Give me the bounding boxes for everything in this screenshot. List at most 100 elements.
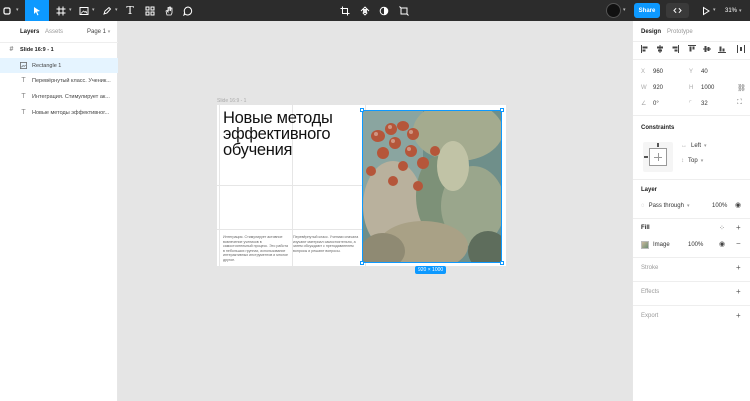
hand-tool-button[interactable]	[162, 0, 176, 21]
layer-row-text[interactable]: T Перевёрнутый класс. Ученик...	[0, 73, 118, 88]
constraint-horizontal-select[interactable]: ↔ Left ▾	[681, 143, 707, 149]
transform-button[interactable]	[397, 0, 411, 21]
layer-opacity-field[interactable]: 100%	[712, 203, 727, 209]
resize-handle-top-left[interactable]	[360, 108, 364, 112]
align-center-h-icon[interactable]	[656, 45, 664, 53]
remove-fill-icon[interactable]: −	[736, 239, 741, 248]
cactus-image[interactable]	[362, 110, 502, 263]
width-label: W	[641, 85, 647, 91]
crop-button[interactable]	[338, 0, 352, 21]
constraint-left-pin[interactable]	[644, 156, 648, 158]
layer-row-text[interactable]: T Новые методы эффективног...	[0, 105, 118, 120]
layers-panel: Layers Assets Page 1 ▾ # Slide 16:9 - 1 …	[0, 21, 118, 401]
transform-icon	[399, 5, 409, 16]
chevron-down-icon[interactable]: ▾	[92, 8, 97, 13]
hand-icon	[165, 6, 173, 15]
image-icon	[20, 62, 27, 69]
chevron-down-icon[interactable]: ▾	[713, 8, 718, 13]
align-right-icon[interactable]	[671, 45, 679, 53]
pen-icon	[103, 6, 112, 15]
slide-headline[interactable]: Новые методы эффективного обучения	[223, 110, 353, 159]
slide-paragraph-left[interactable]: Интеграция. Стимулирует активное вовлече…	[223, 235, 289, 263]
tab-prototype[interactable]: Prototype	[667, 29, 693, 35]
pen-tool-button[interactable]	[100, 0, 114, 21]
width-field[interactable]: W 920	[641, 85, 663, 91]
constraint-vertical-tick[interactable]	[658, 153, 659, 161]
add-fill-icon[interactable]: +	[736, 223, 741, 232]
layer-name: Перевёрнутый класс. Ученик...	[32, 77, 111, 84]
eye-icon[interactable]: ◉	[735, 201, 741, 209]
shape-tool-button[interactable]	[77, 0, 91, 21]
blend-mode-select[interactable]: ◌ Pass through ▾	[641, 203, 689, 209]
canvas[interactable]: Slide 16:9 - 1 Новые методы эффективного…	[118, 21, 632, 401]
resize-handle-top-right[interactable]	[500, 108, 504, 112]
mask-icon	[379, 6, 389, 15]
comment-tool-button[interactable]	[181, 0, 195, 21]
frame-tool-button[interactable]	[54, 0, 68, 21]
text-tool-button[interactable]: T	[123, 0, 137, 21]
effects-section-title: Effects	[641, 289, 660, 295]
chevron-down-icon[interactable]: ▾	[623, 8, 628, 13]
frame-label[interactable]: Slide 16:9 - 1	[217, 98, 246, 104]
add-export-icon[interactable]: +	[736, 311, 741, 320]
layer-name: Интеграция. Стимулирует ак...	[32, 93, 110, 100]
constraints-widget[interactable]	[643, 142, 673, 172]
left-panel-tabs: Layers Assets Page 1 ▾	[0, 21, 118, 43]
slide-paragraph-right[interactable]: Перевёрнутый класс. Ученики сначала изуч…	[293, 235, 359, 253]
vertical-arrows-icon: ↕	[681, 158, 684, 164]
chevron-down-icon[interactable]: ▾	[115, 8, 120, 13]
distribute-icon[interactable]	[737, 45, 745, 53]
tab-layers[interactable]: Layers	[20, 29, 39, 35]
page-selector[interactable]: Page 1 ▾	[87, 29, 110, 35]
horizontal-arrows-icon: ↔	[681, 143, 687, 149]
fill-type-label[interactable]: Image	[653, 242, 670, 248]
add-effect-icon[interactable]: +	[736, 287, 741, 296]
avatar[interactable]	[606, 3, 621, 18]
layer-row-frame[interactable]: # Slide 16:9 - 1	[0, 42, 118, 57]
tab-assets[interactable]: Assets	[45, 29, 63, 35]
rotation-field[interactable]: ∠ 0°	[641, 100, 659, 108]
zoom-menu[interactable]: 31% ▾	[725, 0, 742, 21]
height-field[interactable]: H 1000	[689, 85, 714, 91]
image-fill-swatch[interactable]	[641, 241, 649, 249]
y-field[interactable]: Y 40	[689, 69, 708, 75]
constrain-proportions-icon[interactable]: ⛓	[737, 84, 746, 92]
constraints-title: Constraints	[641, 125, 675, 131]
constraint-vertical-select[interactable]: ↕ Top ▾	[681, 158, 703, 164]
layer-row-text[interactable]: T Интеграция. Стимулирует ак...	[0, 89, 118, 104]
resources-button[interactable]	[143, 0, 157, 21]
eye-icon[interactable]: ◉	[719, 240, 725, 248]
resize-handle-bottom-left[interactable]	[360, 261, 364, 265]
tab-design[interactable]: Design	[641, 29, 661, 35]
move-tool-button[interactable]	[25, 0, 49, 21]
divider	[633, 179, 750, 180]
alignment-row	[641, 45, 745, 55]
corner-radius-icon: ⌜	[689, 101, 692, 107]
align-top-icon[interactable]	[688, 45, 696, 53]
dev-mode-toggle[interactable]	[666, 3, 689, 18]
corner-radius-value: 32	[701, 100, 708, 107]
share-button[interactable]: Share	[634, 3, 660, 18]
fill-opacity-field[interactable]: 100%	[688, 242, 703, 248]
corner-radius-field[interactable]: ⌜ 32	[689, 100, 708, 108]
align-middle-icon[interactable]	[703, 45, 711, 53]
chevron-down-icon[interactable]: ▾	[69, 8, 74, 13]
constraint-top-pin[interactable]	[657, 143, 659, 147]
align-left-icon[interactable]	[641, 45, 649, 53]
main-menu-button[interactable]	[0, 0, 14, 21]
crop-icon	[340, 6, 350, 15]
component-button[interactable]	[358, 0, 372, 21]
resize-handle-bottom-right[interactable]	[500, 261, 504, 265]
chevron-down-icon[interactable]: ▾	[16, 8, 21, 13]
present-button[interactable]	[700, 0, 712, 21]
independent-corners-icon[interactable]: ⛶	[737, 99, 742, 107]
page-label: Page 1	[87, 29, 107, 35]
divider	[633, 59, 750, 60]
x-field[interactable]: X 960	[641, 69, 663, 75]
style-grid-icon[interactable]: ⁘	[719, 224, 725, 232]
layer-row-rectangle[interactable]: Rectangle 1	[0, 58, 118, 73]
add-stroke-icon[interactable]: +	[736, 263, 741, 272]
rotation-icon: ∠	[641, 101, 647, 107]
mask-button[interactable]	[377, 0, 391, 21]
align-bottom-icon[interactable]	[718, 45, 726, 53]
